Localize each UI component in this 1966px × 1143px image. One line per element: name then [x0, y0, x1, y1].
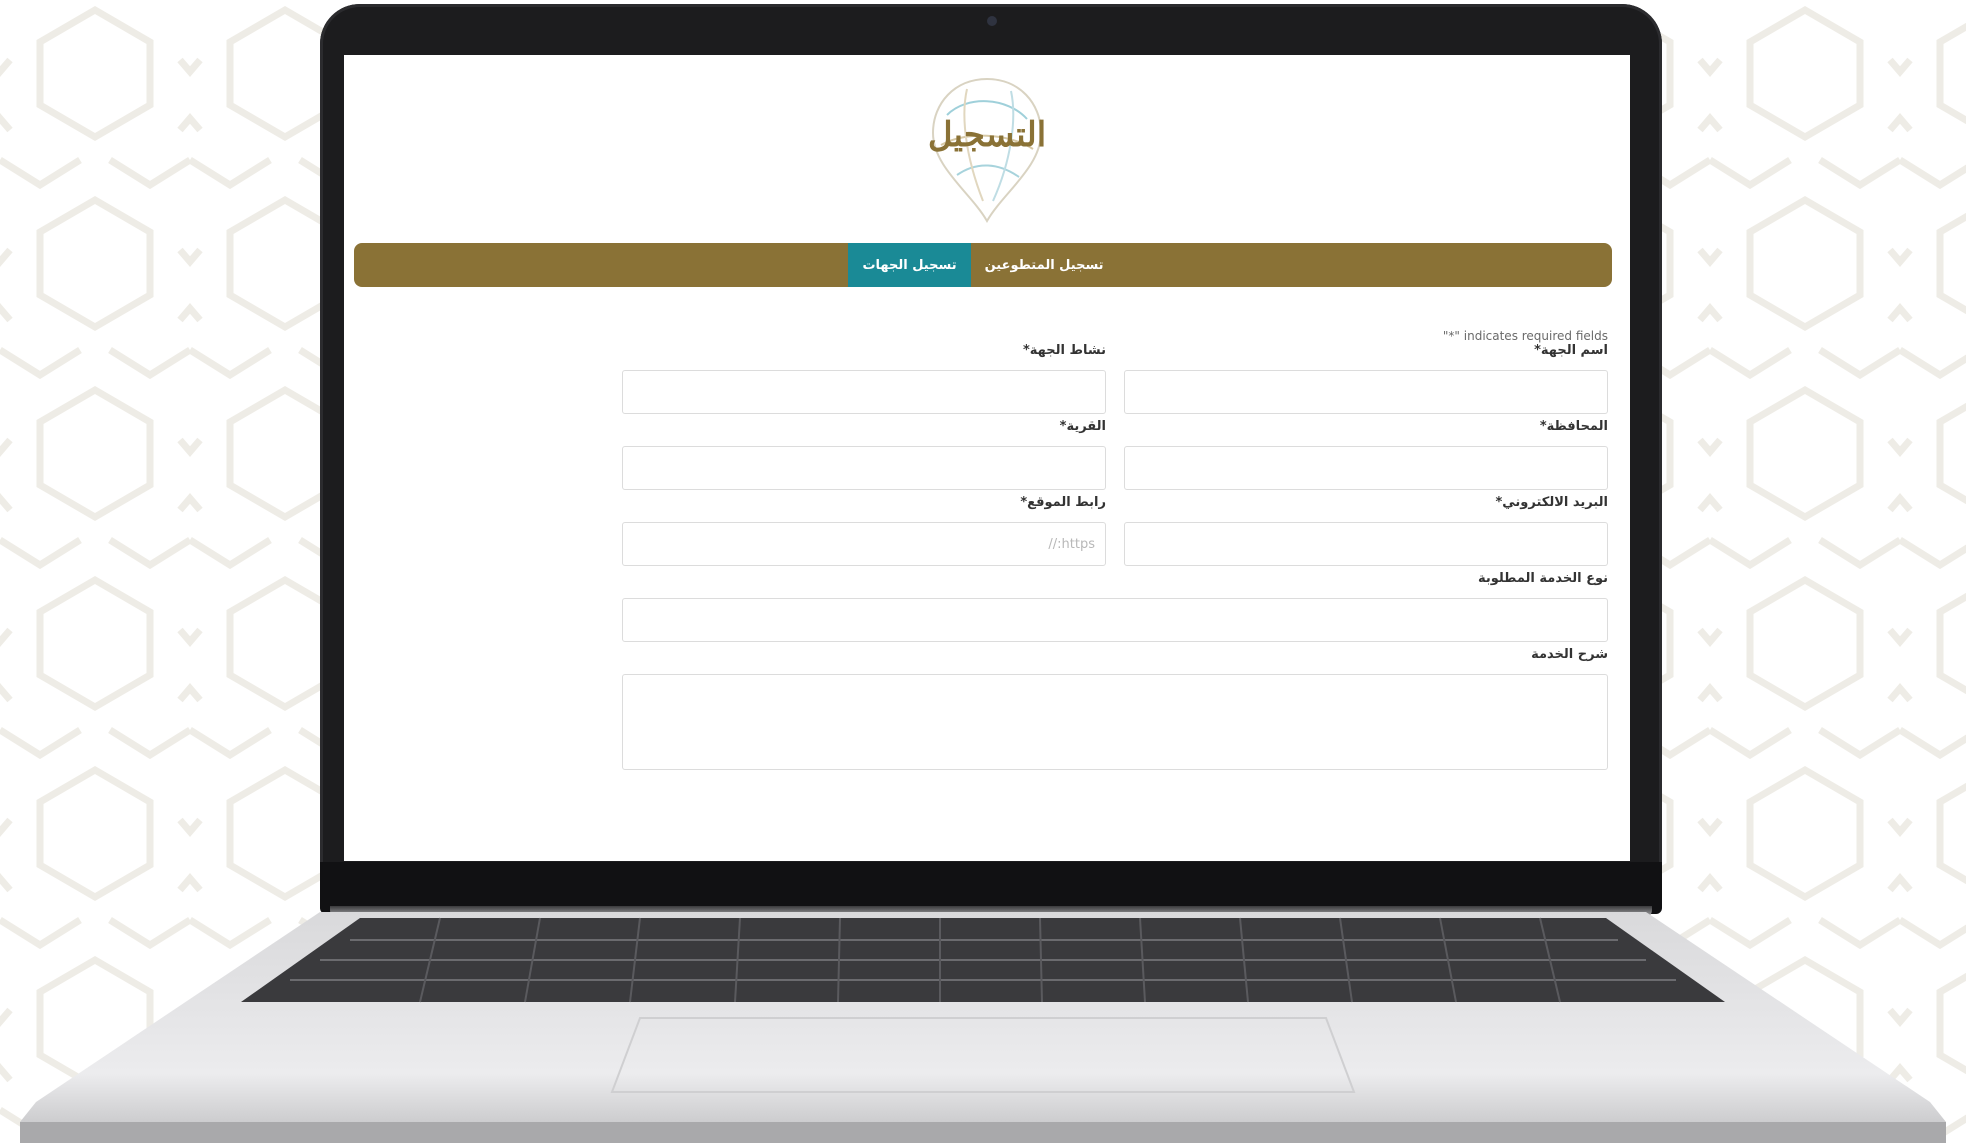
tab-group: تسجيل الجهات تسجيل المتطوعين: [848, 243, 1117, 287]
registration-tabbar: تسجيل الجهات تسجيل المتطوعين: [354, 243, 1612, 287]
village-field: القرية*: [622, 419, 1106, 490]
entity-activity-label: نشاط الجهة*: [1023, 343, 1106, 358]
service-description-textarea[interactable]: [622, 674, 1608, 770]
service-description-field: شرح الخدمة: [622, 647, 1608, 770]
website-label: رابط الموقع*: [1020, 495, 1106, 510]
village-label: القرية*: [1059, 419, 1106, 434]
entity-activity-input[interactable]: [622, 370, 1106, 414]
page-title: التسجيل: [927, 115, 1047, 155]
tab-volunteer-registration[interactable]: تسجيل المتطوعين: [971, 243, 1118, 287]
service-type-label: نوع الخدمة المطلوبة: [1477, 571, 1608, 586]
service-type-field: نوع الخدمة المطلوبة: [622, 571, 1608, 642]
tab-entity-registration[interactable]: تسجيل الجهات: [848, 243, 971, 287]
registration-logo: التسجيل: [909, 75, 1065, 225]
service-type-input[interactable]: [622, 598, 1608, 642]
product-showcase: التسجيل تسجيل الجهات تسجيل المتطوعين "*"…: [0, 0, 1966, 1143]
required-fields-note: "*" indicates required fields: [1442, 329, 1608, 343]
email-input[interactable]: [1124, 522, 1608, 566]
camera-icon: [987, 16, 997, 26]
governorate-label: المحافظة*: [1539, 419, 1608, 434]
service-description-label: شرح الخدمة: [1531, 647, 1608, 662]
entity-activity-field: نشاط الجهة*: [622, 343, 1106, 414]
village-input[interactable]: [622, 446, 1106, 490]
laptop-base: [20, 912, 1946, 1143]
entity-name-label: اسم الجهة*: [1534, 343, 1608, 358]
laptop-screen: التسجيل تسجيل الجهات تسجيل المتطوعين "*"…: [344, 55, 1630, 861]
entity-name-field: اسم الجهة*: [1124, 343, 1608, 414]
email-label: البريد الالكتروني*: [1495, 495, 1608, 510]
governorate-field: المحافظة*: [1124, 419, 1608, 490]
email-field: البريد الالكتروني*: [1124, 495, 1608, 566]
entity-name-input[interactable]: [1124, 370, 1608, 414]
website-field: رابط الموقع*: [622, 495, 1106, 566]
governorate-input[interactable]: [1124, 446, 1608, 490]
website-input[interactable]: [622, 522, 1106, 566]
